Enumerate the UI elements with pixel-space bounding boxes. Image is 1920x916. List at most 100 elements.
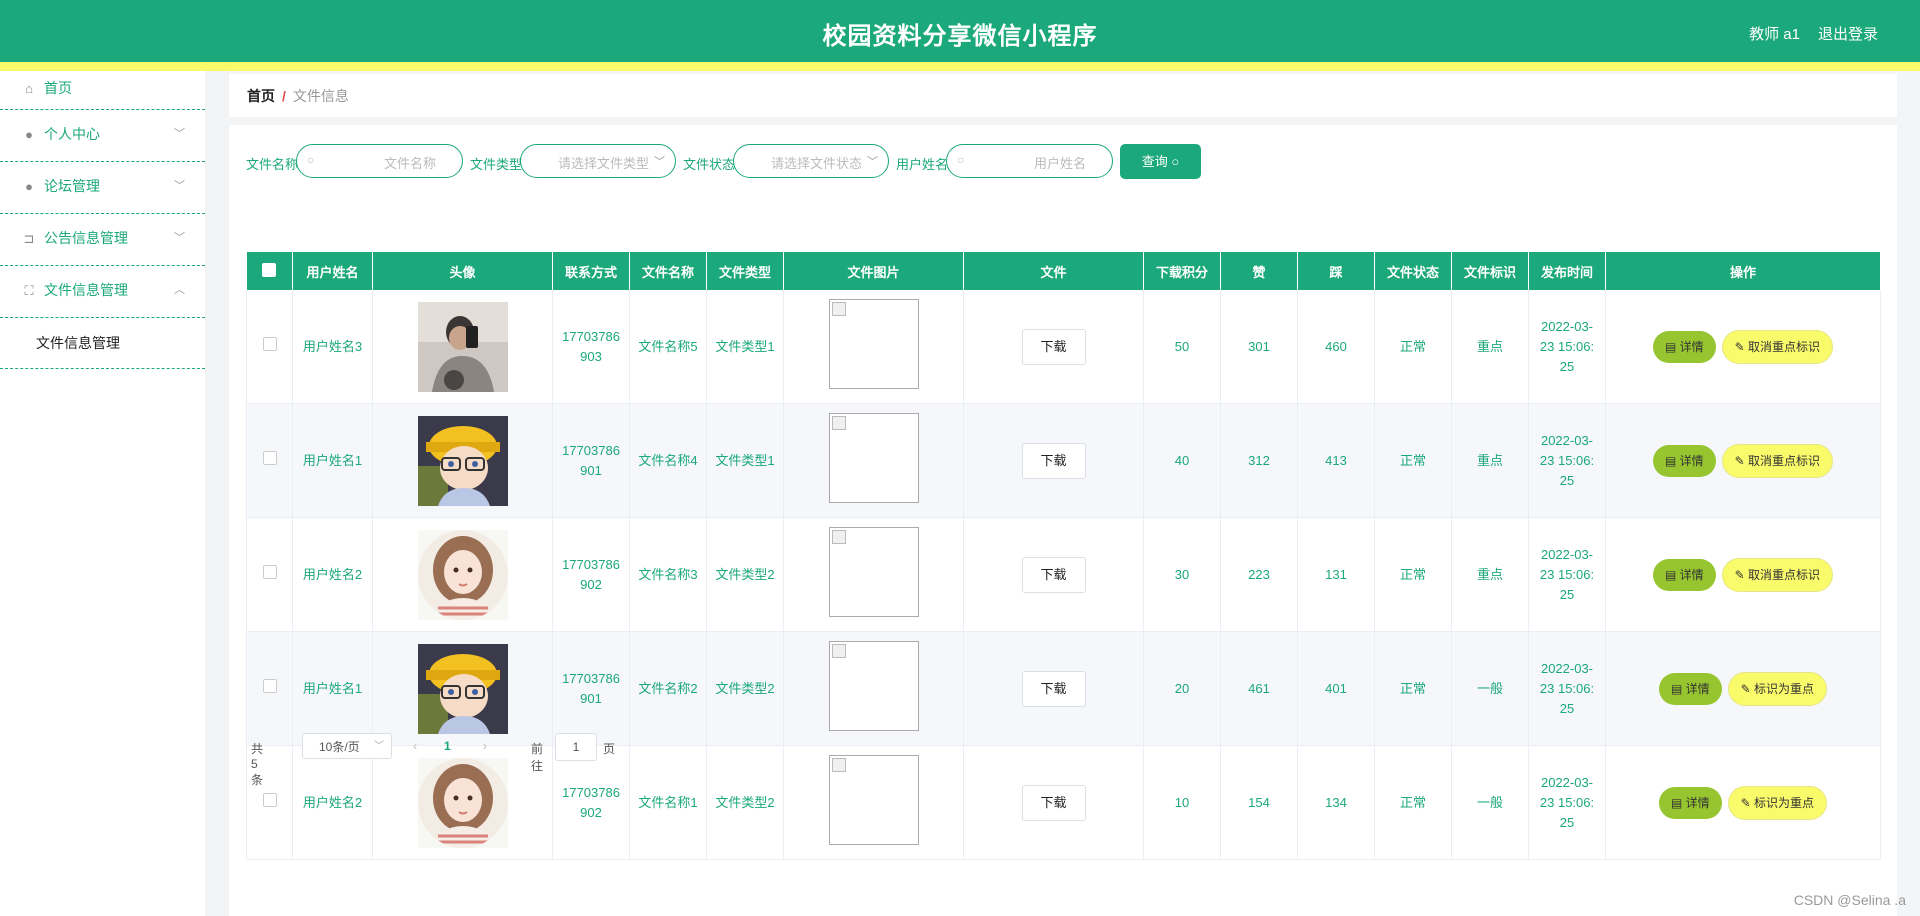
page-number[interactable]: 1	[444, 739, 451, 753]
download-button[interactable]: 下载	[1021, 328, 1086, 365]
sidebar-item-forum[interactable]: ● 论坛管理 ﹀	[0, 162, 205, 214]
top-header: 校园资料分享微信小程序 教师 a1 退出登录	[0, 0, 1920, 62]
toggle-key-mark-button[interactable]: ✎ 取消重点标识	[1721, 329, 1834, 364]
row-checkbox[interactable]	[246, 403, 293, 518]
detail-button-label: 详情	[1685, 795, 1710, 810]
prev-page-icon[interactable]: ‹	[413, 739, 417, 753]
cell-file-name: 文件名称3	[629, 517, 707, 632]
header-accent-strip	[0, 62, 1920, 71]
column-header: 下载积分	[1143, 252, 1221, 290]
row-checkbox[interactable]	[246, 290, 293, 404]
cell-tag: 重点	[1451, 517, 1529, 632]
toggle-key-mark-label: 标识为重点	[1754, 795, 1815, 810]
search-button[interactable]: 查询 ○	[1120, 144, 1201, 179]
file-type-label: 文件类型	[470, 157, 523, 172]
document-icon: ▤	[1664, 453, 1677, 468]
cell-points: 20	[1143, 631, 1221, 746]
cell-file-type: 文件类型1	[706, 290, 784, 404]
goto-label: 前往	[531, 742, 544, 773]
logout-link[interactable]: 退出登录	[1818, 23, 1878, 44]
row-checkbox[interactable]	[246, 517, 293, 632]
detail-button-label: 详情	[1679, 567, 1704, 582]
cell-publish-time: 2022-03-23 15:06:25	[1528, 745, 1606, 860]
sidebar-item-files[interactable]: ⛶ 文件信息管理 ︿	[0, 266, 205, 318]
cell-file: 下载	[963, 403, 1144, 518]
sidebar-item-personal-center[interactable]: ● 个人中心 ﹀	[0, 110, 205, 162]
download-button[interactable]: 下载	[1021, 442, 1086, 479]
download-button[interactable]: 下载	[1021, 784, 1086, 821]
chevron-down-icon: ﹀	[654, 156, 665, 168]
toggle-key-mark-button[interactable]: ✎ 取消重点标识	[1721, 443, 1834, 478]
cell-file-image	[783, 631, 964, 746]
goto-page-input[interactable]: 1	[555, 733, 597, 761]
detail-button[interactable]: ▤ 详情	[1658, 786, 1722, 819]
file-status-label: 文件状态	[683, 157, 736, 172]
cell-file-image	[783, 745, 964, 860]
search-button-label: 查询	[1141, 154, 1168, 169]
cell-status: 正常	[1374, 517, 1452, 632]
download-button[interactable]: 下载	[1021, 670, 1086, 707]
sidebar-item-label: 公告信息管理	[44, 230, 128, 246]
column-header: 文件标识	[1451, 252, 1529, 290]
cell-phone: 17703786902	[552, 745, 630, 860]
sidebar-item-label: 文件信息管理	[44, 282, 128, 298]
toggle-key-mark-button[interactable]: ✎ 标识为重点	[1727, 785, 1828, 820]
avatar	[417, 415, 508, 506]
cell-file-image	[783, 517, 964, 632]
toggle-key-mark-button[interactable]: ✎ 取消重点标识	[1721, 557, 1834, 592]
file-status-select[interactable]: 请选择文件状态 ﹀	[733, 144, 889, 178]
cell-user-name: 用户姓名2	[292, 745, 373, 860]
detail-button[interactable]: ▤ 详情	[1652, 558, 1716, 591]
file-type-select[interactable]: 请选择文件类型 ﹀	[520, 144, 676, 178]
home-icon: ⌂	[25, 81, 33, 96]
cell-publish-time: 2022-03-23 15:06:25	[1528, 403, 1606, 518]
breadcrumb-home[interactable]: 首页	[247, 88, 275, 104]
select-all-checkbox[interactable]	[246, 252, 293, 290]
cell-points: 30	[1143, 517, 1221, 632]
next-page-icon[interactable]: ›	[483, 739, 487, 753]
column-header: 踩	[1297, 252, 1375, 290]
detail-button[interactable]: ▤ 详情	[1658, 672, 1722, 705]
cell-dislikes: 413	[1297, 403, 1375, 518]
toggle-key-mark-label: 标识为重点	[1754, 681, 1815, 696]
row-checkbox[interactable]	[246, 631, 293, 746]
cell-dislikes: 134	[1297, 745, 1375, 860]
cell-tag: 重点	[1451, 403, 1529, 518]
file-name-placeholder: 文件名称	[383, 156, 436, 171]
table-row: 用户姓名2 17703786902 文件名称3 文件类型2 下载 30 223 131 正常 重点…	[246, 517, 1881, 632]
sidebar-item-home[interactable]: ⌂ 首页	[0, 71, 205, 110]
sidebar-item-label: 首页	[44, 80, 72, 96]
broken-image-icon	[828, 754, 919, 845]
sidebar-item-announcements[interactable]: ⊐ 公告信息管理 ﹀	[0, 214, 205, 266]
file-type-placeholder: 请选择文件类型	[557, 156, 649, 171]
cell-publish-time: 2022-03-23 15:06:25	[1528, 631, 1606, 746]
file-name-input[interactable]: ○ 文件名称	[296, 144, 463, 178]
cell-phone: 17703786902	[552, 517, 630, 632]
cell-avatar	[372, 290, 553, 404]
avatar	[417, 529, 508, 620]
cell-actions: ▤ 详情 ✎ 标识为重点	[1605, 745, 1881, 860]
detail-button[interactable]: ▤ 详情	[1652, 330, 1716, 363]
detail-button-label: 详情	[1685, 681, 1710, 696]
detail-button[interactable]: ▤ 详情	[1652, 444, 1716, 477]
sidebar-gutter	[205, 71, 229, 916]
search-icon: ○	[957, 153, 965, 167]
app-title: 校园资料分享微信小程序	[822, 23, 1098, 50]
edit-icon: ✎	[1734, 567, 1745, 582]
detail-button-label: 详情	[1679, 453, 1704, 468]
user-icon: ●	[25, 127, 33, 142]
toggle-key-mark-button[interactable]: ✎ 标识为重点	[1727, 671, 1828, 706]
user-name-placeholder: 用户姓名	[1033, 156, 1086, 171]
edit-icon: ✎	[1740, 681, 1751, 696]
chevron-up-icon: ︿	[174, 284, 185, 296]
crop-icon: ⊐	[23, 231, 35, 246]
cell-points: 40	[1143, 403, 1221, 518]
breadcrumb-bar: 首页 / 文件信息	[229, 74, 1897, 117]
download-button[interactable]: 下载	[1021, 556, 1086, 593]
sidebar-subitem-file-management[interactable]: 文件信息管理	[0, 318, 205, 369]
user-name-input[interactable]: ○ 用户姓名	[946, 144, 1113, 178]
cell-file: 下载	[963, 517, 1144, 632]
page-size-select[interactable]: 10条/页 ﹀	[302, 733, 392, 759]
column-header: 头像	[372, 252, 553, 290]
cell-file-image	[783, 290, 964, 404]
